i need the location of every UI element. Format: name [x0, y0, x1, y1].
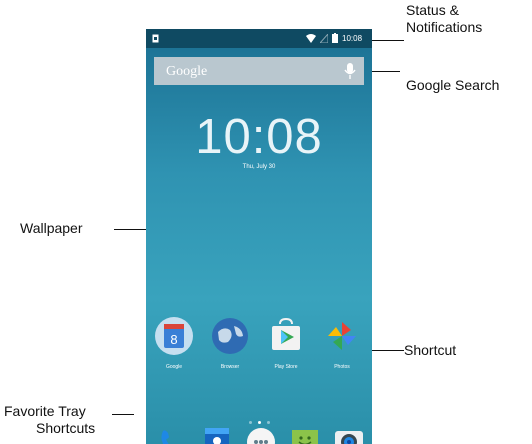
phone-icon[interactable] — [156, 425, 190, 444]
status-callout-line2: Notifications — [406, 19, 483, 35]
wifi-icon — [306, 34, 316, 43]
app-browser[interactable]: Browser — [206, 316, 254, 370]
google-search-callout: Google Search — [406, 77, 500, 93]
favorite-callout-line1: Favorite Tray — [4, 403, 86, 419]
wallpaper-callout: Wallpaper — [20, 220, 83, 236]
battery-icon — [332, 33, 338, 43]
favorite-leader-line — [112, 414, 134, 415]
contacts-icon[interactable] — [200, 425, 234, 444]
clock-widget[interactable]: 10:08 — [146, 109, 372, 165]
page-dot — [266, 421, 270, 424]
shortcut-callout: Shortcut — [404, 342, 457, 358]
play-store-icon — [272, 317, 300, 350]
app-play-store[interactable]: Play Store — [262, 316, 310, 370]
favorite-tray-callout: Favorite Tray Shortcuts — [4, 403, 95, 437]
app-label: Google — [165, 364, 183, 370]
messaging-icon[interactable] — [288, 425, 322, 444]
status-notifications-callout: Status & Notifications — [406, 2, 482, 36]
google-search-bar[interactable]: Google — [154, 57, 364, 85]
globe-icon — [212, 318, 248, 354]
camera-icon[interactable] — [332, 425, 366, 444]
date-label: Thu, July 30 — [242, 164, 276, 170]
pinwheel-icon — [328, 322, 356, 350]
app-label: Browser — [220, 364, 240, 370]
google-logo-text: Google — [166, 64, 208, 79]
app-google[interactable]: 8 Google — [150, 316, 198, 370]
app-drawer-icon[interactable] — [244, 425, 278, 444]
wallpaper-leader-line — [114, 229, 146, 230]
svg-text:8: 8 — [170, 332, 177, 347]
google-app-icon: 8 — [155, 317, 193, 355]
app-label: Photos — [334, 364, 350, 370]
page-dot-current — [257, 421, 261, 424]
favorite-callout-line2: Shortcuts — [36, 420, 96, 436]
app-label: Play Store — [274, 364, 298, 370]
sim-card-icon — [152, 34, 159, 43]
status-leader-line — [372, 40, 404, 41]
status-callout-line1: Status & — [406, 2, 459, 18]
app-photos[interactable]: Photos — [318, 316, 366, 370]
phone-home-screen: 10:08 Google 10:08 Thu, July 30 8 Google… — [146, 29, 372, 444]
status-time: 10:08 — [342, 34, 363, 43]
page-dot — [248, 421, 252, 424]
microphone-icon[interactable] — [344, 63, 356, 79]
signal-icon — [320, 34, 328, 43]
status-bar[interactable]: 10:08 — [146, 29, 372, 48]
